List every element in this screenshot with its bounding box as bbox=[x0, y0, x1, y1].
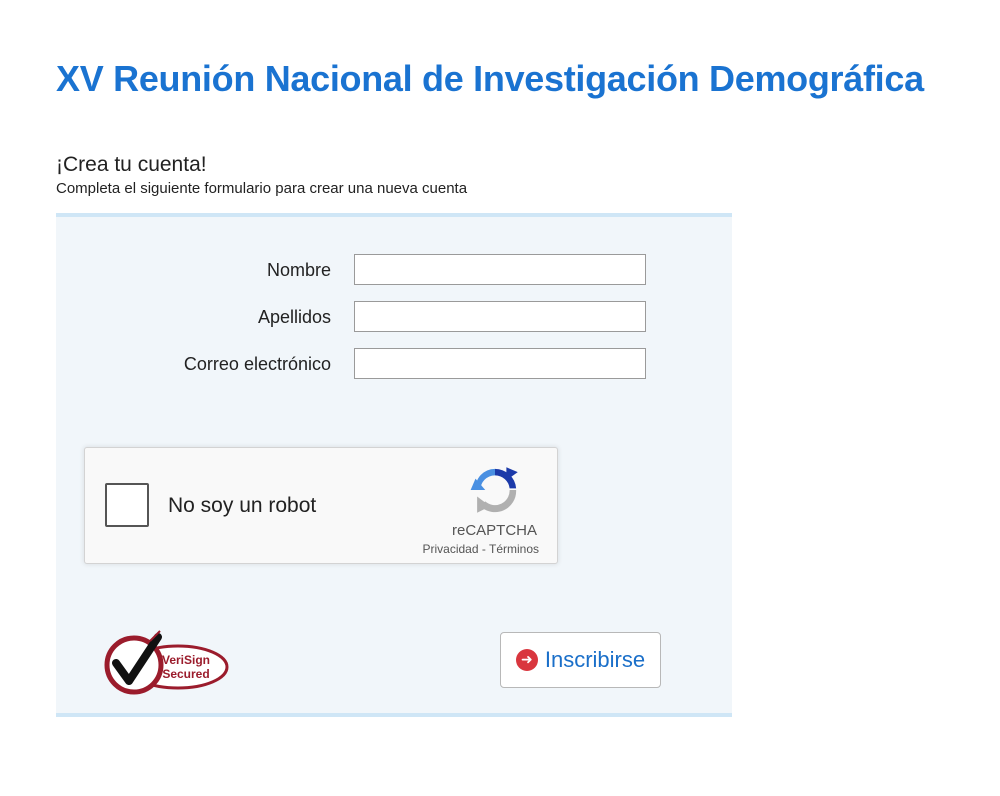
apellidos-input[interactable] bbox=[354, 301, 646, 332]
apellidos-label: Apellidos bbox=[257, 307, 331, 327]
seal-text-secured: Secured bbox=[162, 667, 209, 681]
recaptcha-brand: reCAPTCHA bbox=[451, 522, 537, 539]
verisign-secured-seal[interactable]: VeriSign Secured bbox=[100, 629, 232, 697]
recaptcha-widget: No soy un robot reCAPTCHA Privacidad - T… bbox=[84, 447, 558, 564]
recaptcha-checkbox[interactable] bbox=[105, 483, 149, 527]
recaptcha-link-separator: - bbox=[478, 542, 489, 556]
seal-text-verisign: VeriSign bbox=[162, 653, 210, 667]
correo-label: Correo electrónico bbox=[183, 354, 331, 374]
recaptcha-label: No soy un robot bbox=[168, 494, 317, 517]
form-row-correo: Correo electrónico bbox=[56, 348, 732, 380]
form-row-nombre: Nombre bbox=[56, 254, 732, 286]
correo-input[interactable] bbox=[354, 348, 646, 379]
section-subtitle: Completa el siguiente formulario para cr… bbox=[56, 180, 468, 197]
section-title: ¡Crea tu cuenta! bbox=[56, 153, 207, 176]
recaptcha-terms-link[interactable]: Términos bbox=[489, 542, 539, 556]
inscribirse-button[interactable]: ➜ Inscribirse bbox=[500, 632, 661, 688]
recaptcha-privacy-link[interactable]: Privacidad bbox=[423, 542, 479, 556]
nombre-label: Nombre bbox=[266, 260, 331, 280]
nombre-input[interactable] bbox=[354, 254, 646, 285]
form-row-apellidos: Apellidos bbox=[56, 301, 732, 333]
page-title: XV Reunión Nacional de Investigación Dem… bbox=[56, 58, 924, 99]
recaptcha-links: Privacidad - Términos bbox=[423, 542, 540, 556]
arrow-circle-right-icon: ➜ bbox=[515, 649, 538, 671]
inscribirse-button-label: Inscribirse bbox=[544, 647, 646, 672]
recaptcha-logo-icon bbox=[470, 467, 518, 513]
registration-form: Nombre Apellidos Correo electrónico No s… bbox=[56, 213, 732, 717]
